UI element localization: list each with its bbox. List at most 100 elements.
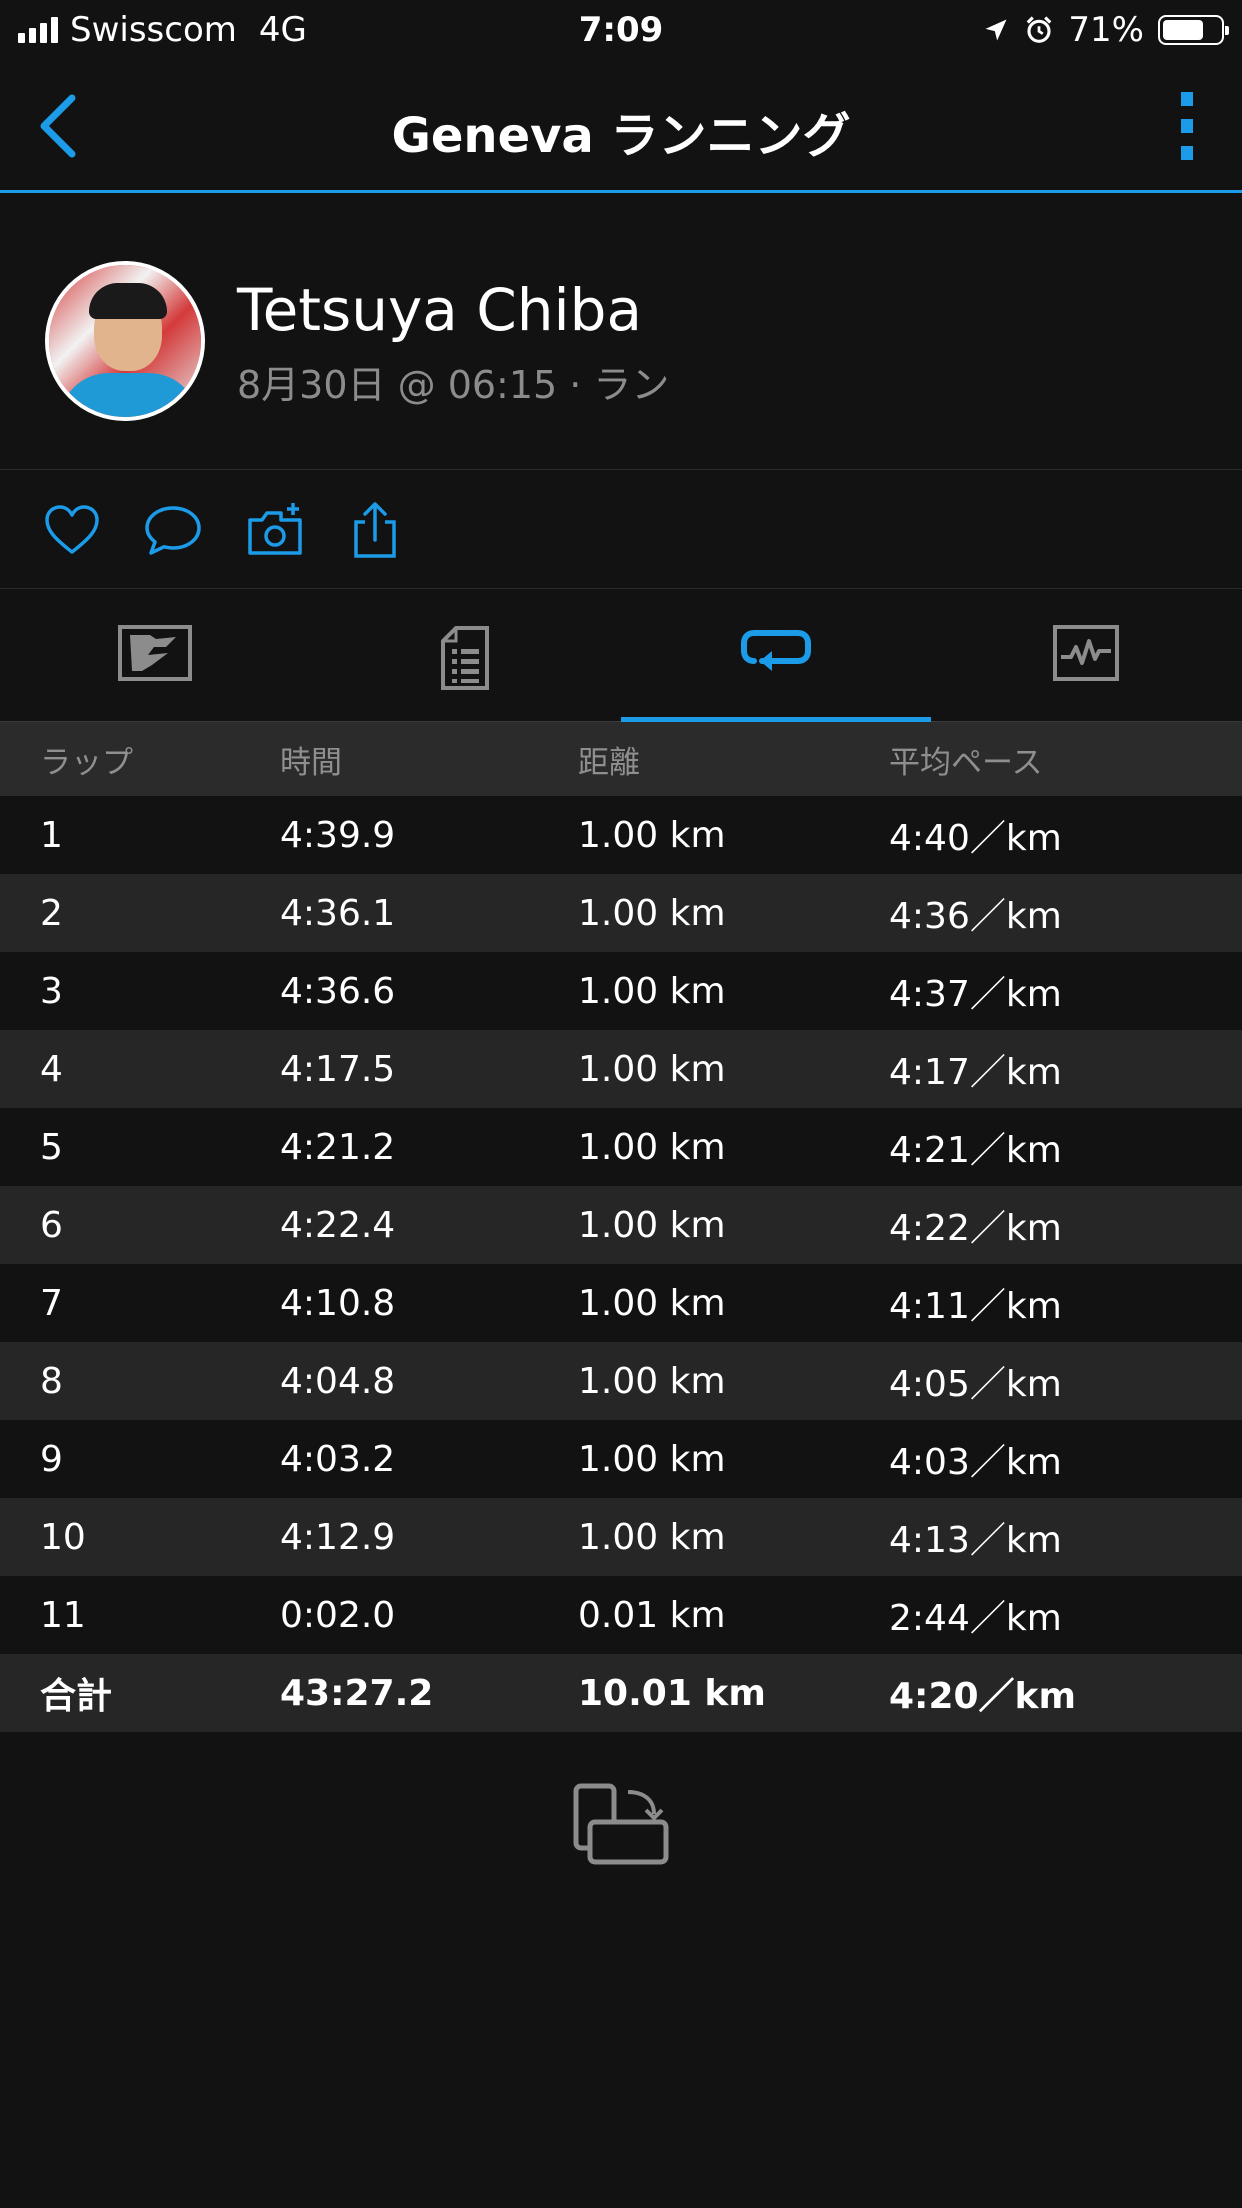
header-lap: ラップ: [40, 744, 133, 781]
header-distance: 距離: [578, 744, 640, 781]
lap-number: 11: [40, 1594, 86, 1636]
battery-icon: [1158, 15, 1229, 45]
lap-number: 5: [40, 1126, 63, 1168]
table-row: 5 4:21.2 1.00 km 4:21／km: [0, 1108, 1242, 1186]
more-options-button[interactable]: [1172, 92, 1202, 160]
lap-pace: 4:13／km: [889, 1520, 1062, 1561]
lap-time: 4:12.9: [280, 1516, 396, 1558]
add-photo-icon: [248, 503, 302, 555]
lap-pace: 4:11／km: [889, 1286, 1062, 1327]
lap-time: 0:02.0: [280, 1594, 396, 1636]
lap-distance: 1.00 km: [578, 970, 726, 1012]
tab-map[interactable]: [0, 589, 310, 721]
activity-meta: 8月30日 @ 06:15 · ラン: [237, 363, 670, 407]
status-bar: Swisscom 4G 7:09 71%: [0, 0, 1242, 62]
share-icon: [354, 502, 396, 558]
lap-distance: 1.00 km: [578, 1360, 726, 1402]
table-row: 6 4:22.4 1.00 km 4:22／km: [0, 1186, 1242, 1264]
lap-distance: 1.00 km: [578, 814, 726, 856]
page-title: Geneva ランニング: [391, 108, 851, 164]
lap-time: 4:17.5: [280, 1048, 396, 1090]
lap-distance: 1.00 km: [578, 1126, 726, 1168]
lap-number: 7: [40, 1282, 63, 1324]
lap-time: 4:03.2: [280, 1438, 396, 1480]
lap-distance: 1.00 km: [578, 1282, 726, 1324]
lap-pace: 4:36／km: [889, 896, 1062, 937]
lap-time: 4:10.8: [280, 1282, 396, 1324]
lap-pace: 4:03／km: [889, 1442, 1062, 1483]
lap-distance: 0.01 km: [578, 1594, 726, 1636]
status-right: 71%: [982, 10, 1229, 50]
table-row: 2 4:36.1 1.00 km 4:36／km: [0, 874, 1242, 952]
more-vertical-icon: [1181, 92, 1193, 106]
table-row: 1 4:39.9 1.00 km 4:40／km: [0, 796, 1242, 874]
share-button[interactable]: [345, 500, 405, 560]
table-row: 9 4:03.2 1.00 km 4:03／km: [0, 1420, 1242, 1498]
lap-number: 2: [40, 892, 63, 934]
lap-time: 4:04.8: [280, 1360, 396, 1402]
lap-time: 4:22.4: [280, 1204, 396, 1246]
lap-distance: 1.00 km: [578, 1048, 726, 1090]
user-name: Tetsuya Chiba: [237, 276, 643, 344]
lap-distance: 1.00 km: [578, 1204, 726, 1246]
lap-pace: 4:21／km: [889, 1130, 1062, 1171]
lap-number: 6: [40, 1204, 63, 1246]
alarm-icon: [1027, 16, 1052, 43]
lap-number: 9: [40, 1438, 63, 1480]
lap-pace: 4:05／km: [889, 1364, 1062, 1405]
total-time: 43:27.2: [280, 1672, 434, 1714]
like-button[interactable]: [42, 500, 102, 560]
table-row: 4 4:17.5 1.00 km 4:17／km: [0, 1030, 1242, 1108]
tab-summary[interactable]: [310, 589, 620, 721]
total-distance: 10.01 km: [578, 1672, 766, 1714]
lap-number: 1: [40, 814, 63, 856]
table-header: ラップ 時間 距離 平均ペース: [0, 722, 1242, 796]
header-pace: 平均ペース: [889, 744, 1043, 781]
like-icon: [45, 505, 99, 554]
lap-number: 8: [40, 1360, 63, 1402]
table-row: 11 0:02.0 0.01 km 2:44／km: [0, 1576, 1242, 1654]
battery-percent: 71%: [1068, 10, 1144, 50]
tab-laps[interactable]: [621, 589, 931, 722]
lap-distance: 1.00 km: [578, 892, 726, 934]
more-dot: [1181, 146, 1193, 160]
more-dot: [1181, 119, 1193, 133]
lap-pace: 2:44／km: [889, 1598, 1062, 1639]
laps-table: ラップ 時間 距離 平均ペース 1 4:39.9 1.00 km 4:40／km…: [0, 722, 1242, 1732]
lap-number: 4: [40, 1048, 63, 1090]
add-photo-button[interactable]: [245, 500, 305, 560]
table-row: 3 4:36.6 1.00 km 4:37／km: [0, 952, 1242, 1030]
lap-pace: 4:22／km: [889, 1208, 1062, 1249]
lap-distance: 1.00 km: [578, 1516, 726, 1558]
lap-pace: 4:40／km: [889, 818, 1062, 859]
lap-time: 4:36.6: [280, 970, 396, 1012]
table-total-row: 合計 43:27.2 10.01 km 4:20／km: [0, 1654, 1242, 1732]
table-row: 8 4:04.8 1.00 km 4:05／km: [0, 1342, 1242, 1420]
activity-tabs: [0, 589, 1242, 722]
lap-number: 3: [40, 970, 63, 1012]
laps-icon: [741, 630, 811, 671]
avatar[interactable]: [45, 261, 205, 421]
total-label: 合計: [40, 1676, 113, 1717]
lap-pace: 4:17／km: [889, 1052, 1062, 1093]
location-arrow-icon: [985, 19, 1007, 41]
table-row: 10 4:12.9 1.00 km 4:13／km: [0, 1498, 1242, 1576]
lap-pace: 4:37／km: [889, 974, 1062, 1015]
lap-time: 4:21.2: [280, 1126, 396, 1168]
rotate-landscape-button[interactable]: [572, 1782, 670, 1866]
activity-header: Tetsuya Chiba 8月30日 @ 06:15 · ラン: [0, 193, 1242, 470]
total-pace: 4:20／km: [889, 1676, 1076, 1717]
tab-chart[interactable]: [931, 589, 1241, 721]
lap-time: 4:36.1: [280, 892, 396, 934]
summary-icon: [441, 626, 489, 690]
lap-number: 10: [40, 1516, 86, 1558]
rotate-device-icon: [573, 1783, 669, 1865]
header-time: 時間: [280, 744, 342, 781]
comment-icon: [145, 506, 201, 555]
map-icon: [118, 625, 192, 681]
lap-distance: 1.00 km: [578, 1438, 726, 1480]
lap-time: 4:39.9: [280, 814, 396, 856]
social-actions: [0, 470, 1242, 589]
chart-icon: [1053, 625, 1119, 681]
comment-button[interactable]: [143, 500, 203, 560]
